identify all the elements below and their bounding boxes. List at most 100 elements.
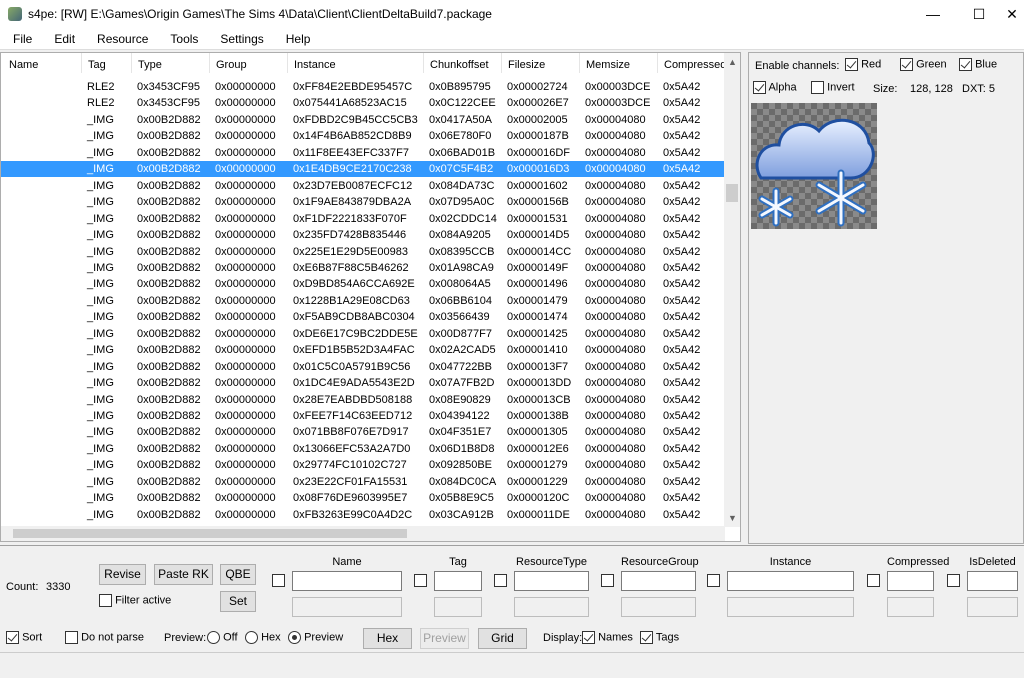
filter-resourcegroup-input[interactable] — [621, 571, 696, 591]
green-checkbox[interactable] — [900, 58, 913, 71]
maximize-button[interactable]: ☐ — [956, 0, 1002, 28]
table-row[interactable]: _IMG 0x00B2D882 0x00000000 0x14F4B6AB852CD8… — [1, 128, 725, 144]
menu-file[interactable]: File — [0, 32, 41, 46]
menu-settings[interactable]: Settings — [207, 32, 272, 46]
cell-chunkoffset: 0x0B895795 — [429, 81, 491, 93]
filter-name-checkbox[interactable] — [272, 574, 285, 587]
filter-isdeleted-checkbox[interactable] — [947, 574, 960, 587]
table-row[interactable]: _IMG 0x00B2D882 0x00000000 0x23E22CF01FA155… — [1, 474, 725, 490]
filter-instance-checkbox[interactable] — [707, 574, 720, 587]
table-row[interactable]: _IMG 0x00B2D882 0x00000000 0x29774FC10102C7… — [1, 457, 725, 473]
horizontal-scrollbar[interactable] — [1, 526, 725, 541]
cell-chunkoffset: 0x0C122CEE — [429, 97, 496, 110]
cell-compressed: 0x5A42 — [663, 426, 701, 439]
column-header-tag[interactable]: Tag — [81, 53, 106, 73]
table-row[interactable]: _IMG 0x00B2D882 0x00000000 0x1F9AE843879DBA… — [1, 194, 725, 210]
column-header-group[interactable]: Group — [209, 53, 247, 73]
filter-resourcetype-checkbox[interactable] — [494, 574, 507, 587]
column-header-chunkoffset[interactable]: Chunkoffset — [423, 53, 489, 73]
table-row[interactable]: RLE2 0x3453CF95 0x00000000 0xFF84E2EBDE9545… — [1, 79, 725, 95]
table-row[interactable]: _IMG 0x00B2D882 0x00000000 0xEFD1B5B52D3A4F… — [1, 342, 725, 358]
tags-checkbox[interactable] — [640, 631, 653, 644]
set-button[interactable]: Set — [220, 591, 256, 612]
filter-compressed-label: Compressed — [887, 556, 950, 568]
table-row[interactable]: _IMG 0x00B2D882 0x00000000 0xF1DF2221833F07… — [1, 211, 725, 227]
menu-resource[interactable]: Resource — [84, 32, 157, 46]
grid-button[interactable]: Grid — [478, 628, 527, 649]
off-radio[interactable] — [207, 631, 220, 644]
menu-tools[interactable]: Tools — [157, 32, 207, 46]
red-checkbox[interactable] — [845, 58, 858, 71]
table-row[interactable]: _IMG 0x00B2D882 0x00000000 0x01C5C0A5791B9C… — [1, 359, 725, 375]
table-row[interactable]: _IMG 0x00B2D882 0x00000000 0x225E1E29D5E009… — [1, 244, 725, 260]
hscroll-thumb[interactable] — [13, 529, 407, 538]
cell-compressed: 0x5A42 — [663, 212, 701, 225]
column-header-name[interactable]: Name — [3, 53, 38, 73]
revise-button[interactable]: Revise — [99, 564, 146, 585]
blue-checkbox[interactable] — [959, 58, 972, 71]
filter-active-checkbox[interactable] — [99, 594, 112, 607]
cell-chunkoffset: 0x02CDDC14 — [429, 212, 497, 225]
column-header-compressed[interactable]: Compressed — [657, 53, 726, 73]
sort-checkbox[interactable] — [6, 631, 19, 644]
table-row[interactable]: _IMG 0x00B2D882 0x00000000 0xD9BD854A6CCA69… — [1, 276, 725, 292]
table-row[interactable]: _IMG 0x00B2D882 0x00000000 0x235FD7428B8354… — [1, 227, 725, 243]
filter-compressed-input[interactable] — [887, 571, 934, 591]
table-row[interactable]: _IMG 0x00B2D882 0x00000000 0xFDBD2C9B45CC5C… — [1, 112, 725, 128]
table-row[interactable]: _IMG 0x00B2D882 0x00000000 0x11F8EE43EFC337… — [1, 145, 725, 161]
column-header-filesize[interactable]: Filesize — [501, 53, 545, 73]
column-header-type[interactable]: Type — [131, 53, 162, 73]
filter-tag-input[interactable] — [434, 571, 482, 591]
invert-checkbox[interactable] — [811, 81, 824, 94]
table-row[interactable]: _IMG 0x00B2D882 0x00000000 0x1E4DB9CE2170C2… — [1, 161, 725, 178]
minimize-button[interactable]: — — [910, 0, 956, 28]
table-row[interactable]: _IMG 0x00B2D882 0x00000000 0xE6B87F88C5B462… — [1, 260, 725, 276]
menu-help[interactable]: Help — [273, 32, 320, 46]
do-not-parse-checkbox[interactable] — [65, 631, 78, 644]
filter-tag-checkbox[interactable] — [414, 574, 427, 587]
table-row[interactable]: _IMG 0x00B2D882 0x00000000 0x08F76DE9603995… — [1, 490, 725, 506]
table-row[interactable]: _IMG 0x00B2D882 0x00000000 0xFB3263E99C0A4D… — [1, 507, 725, 523]
scroll-thumb[interactable] — [726, 184, 738, 202]
scroll-up-icon[interactable]: ▲ — [728, 57, 737, 67]
cell-instance: 0x23E22CF01FA15531 — [293, 475, 408, 488]
table-row[interactable]: _IMG 0x00B2D882 0x00000000 0x13066EFC53A2A7… — [1, 441, 725, 457]
table-row[interactable]: _IMG 0x00B2D882 0x00000000 0x1DC4E9ADA5543E… — [1, 375, 725, 391]
filter-resourcegroup-checkbox[interactable] — [601, 574, 614, 587]
table-row[interactable]: _IMG 0x00B2D882 0x00000000 0xDE6E17C9BC2DDE… — [1, 326, 725, 342]
names-checkbox[interactable] — [582, 631, 595, 644]
column-header-memsize[interactable]: Memsize — [579, 53, 630, 73]
table-row[interactable]: _IMG 0x00B2D882 0x00000000 0x1228B1A29E08CD… — [1, 293, 725, 309]
cell-compressed: 0x5A42 — [663, 327, 701, 340]
cell-type: 0x00B2D882 — [137, 377, 201, 390]
table-row[interactable]: _IMG 0x00B2D882 0x00000000 0x23D7EB0087ECFC… — [1, 178, 725, 194]
column-header-instance[interactable]: Instance — [287, 53, 336, 73]
cell-filesize: 0x000013DD — [507, 377, 572, 390]
hex-button[interactable]: Hex — [363, 628, 412, 649]
table-row[interactable]: _IMG 0x00B2D882 0x00000000 0x071BB8F076E7D9… — [1, 424, 725, 440]
cell-memsize: 0x00004080 — [585, 179, 646, 192]
cell-memsize: 0x00004080 — [585, 426, 646, 439]
cell-group: 0x00000000 — [215, 97, 276, 110]
close-button[interactable]: ✕ — [1000, 0, 1024, 28]
cell-type: 0x00B2D882 — [137, 278, 201, 291]
menu-edit[interactable]: Edit — [41, 32, 84, 46]
filter-isdeleted-input[interactable] — [967, 571, 1018, 591]
paste-rk-button[interactable]: Paste RK — [154, 564, 213, 585]
vertical-scrollbar[interactable]: ▲ ▼ — [724, 53, 740, 527]
filter-compressed-checkbox[interactable] — [867, 574, 880, 587]
hex-radio[interactable] — [245, 631, 258, 644]
resource-list[interactable]: Name Tag Type Group Instance Chunkoffset Files… — [0, 52, 741, 542]
table-row[interactable]: RLE2 0x3453CF95 0x00000000 0x075441A68523AC… — [1, 95, 725, 111]
qbe-button[interactable]: QBE — [220, 564, 256, 585]
filter-resourcetype-input[interactable] — [514, 571, 589, 591]
table-row[interactable]: _IMG 0x00B2D882 0x00000000 0xF5AB9CDB8ABC03… — [1, 309, 725, 325]
preview-radio[interactable] — [288, 631, 301, 644]
table-row[interactable]: _IMG 0x00B2D882 0x00000000 0xFEE7F14C63EED7… — [1, 408, 725, 424]
filter-instance-input[interactable] — [727, 571, 854, 591]
filter-name-input[interactable] — [292, 571, 402, 591]
cell-compressed: 0x5A42 — [663, 377, 701, 390]
table-row[interactable]: _IMG 0x00B2D882 0x00000000 0x28E7EABDBD5081… — [1, 392, 725, 408]
alpha-checkbox[interactable] — [753, 81, 766, 94]
scroll-down-icon[interactable]: ▼ — [728, 513, 737, 523]
